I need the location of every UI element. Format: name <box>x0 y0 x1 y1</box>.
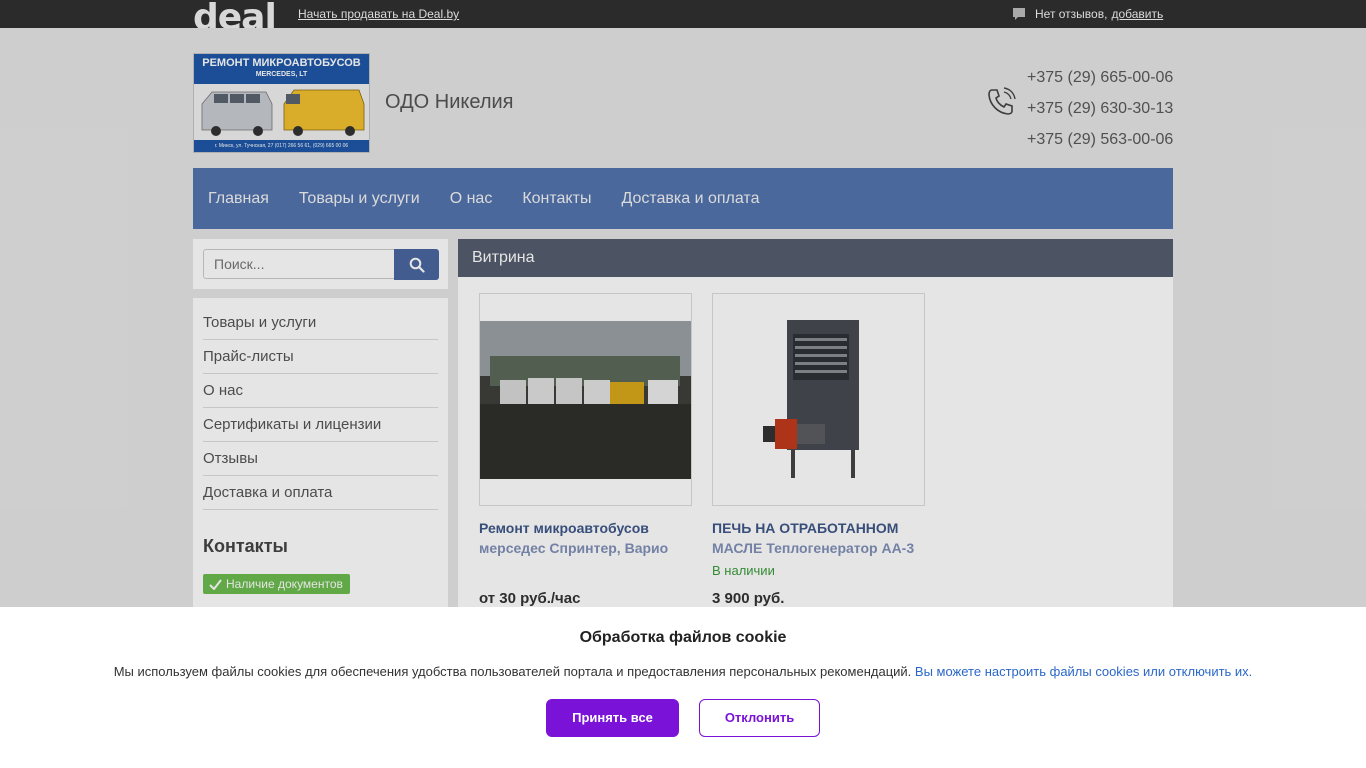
heat-generator-photo <box>713 294 924 505</box>
cookie-title: Обработка файлов cookie <box>579 629 787 646</box>
product-title[interactable]: ПЕЧЬ НА ОТРАБОТАННОМ <box>712 518 925 538</box>
sidebar-item-products[interactable]: Товары и услуги <box>203 306 438 340</box>
add-review-link[interactable]: добавить <box>1111 7 1163 21</box>
documents-badge[interactable]: Наличие документов <box>203 574 350 594</box>
sidebar-menu: Товары и услуги Прайс-листы О нас Сертиф… <box>193 298 448 618</box>
stock-status: В наличии <box>712 563 775 578</box>
cookie-text-wrap: Мы используем файлы cookies для обеспече… <box>0 664 1366 679</box>
nav-item-about[interactable]: О нас <box>450 190 493 208</box>
nav-item-products[interactable]: Товары и услуги <box>299 190 420 208</box>
check-icon <box>209 578 222 590</box>
sidebar-item-reviews[interactable]: Отзывы <box>203 442 438 476</box>
cookie-text: Мы используем файлы cookies для обеспече… <box>113 664 912 679</box>
reviews-info: Нет отзывов, добавить <box>1012 7 1163 21</box>
phone-number-1[interactable]: +375 (29) 665-00-06 <box>1027 62 1173 93</box>
logo-banner: РЕМОНТ МИКРОАВТОБУСОВ MERCEDES, LT <box>194 54 369 84</box>
comment-icon <box>1013 8 1025 20</box>
product-subtitle[interactable]: МАСЛЕ Теплогенератор АА-3 <box>712 538 925 558</box>
cookie-settings-link[interactable]: Вы можете настроить файлы cookies или от… <box>915 664 1252 679</box>
vans-image <box>194 84 369 142</box>
nav-item-home[interactable]: Главная <box>208 190 269 208</box>
product-card[interactable]: ПЕЧЬ НА ОТРАБОТАННОМ МАСЛЕ Теплогенерато… <box>712 293 925 607</box>
showcase-panel: Витрина Ремонт микроавтобусов мерседес С… <box>458 239 1173 619</box>
search-icon <box>409 257 425 273</box>
phone-icon <box>988 87 1016 115</box>
reviews-text: Нет отзывов, <box>1035 7 1108 21</box>
showcase-title: Витрина <box>458 239 1173 277</box>
logo-banner-text: РЕМОНТ МИКРОАВТОБУСОВ <box>202 57 361 69</box>
phone-number-2[interactable]: +375 (29) 630-30-13 <box>1027 93 1173 124</box>
documents-badge-label: Наличие документов <box>226 577 343 591</box>
top-bar: deal Начать продавать на Deal.by Нет отз… <box>0 0 1366 28</box>
sidebar-item-certificates[interactable]: Сертификаты и лицензии <box>203 408 438 442</box>
accept-all-button[interactable]: Принять все <box>546 699 679 737</box>
company-logo[interactable]: РЕМОНТ МИКРОАВТОБУСОВ MERCEDES, LT г. Ми… <box>193 53 370 153</box>
product-title[interactable]: Ремонт микроавтобусов <box>479 518 692 538</box>
nav-item-contacts[interactable]: Контакты <box>522 190 591 208</box>
phone-list: +375 (29) 665-00-06 +375 (29) 630-30-13 … <box>1027 62 1173 155</box>
contacts-title: Контакты <box>203 536 288 556</box>
nav-item-delivery[interactable]: Доставка и оплата <box>621 190 759 208</box>
product-image[interactable] <box>479 293 692 506</box>
product-image[interactable] <box>712 293 925 506</box>
product-price: от 30 руб./час <box>479 590 581 607</box>
cookie-buttons: Принять все Отклонить <box>0 699 1366 737</box>
decline-button[interactable]: Отклонить <box>699 699 820 737</box>
phone-number-3[interactable]: +375 (29) 563-00-06 <box>1027 124 1173 155</box>
start-selling-link[interactable]: Начать продавать на Deal.by <box>298 7 459 21</box>
logo-banner-sub: MERCEDES, LT <box>255 71 308 78</box>
company-name: ОДО Никелия <box>385 91 514 113</box>
logo-footer: г. Минск, ул. Тучнская, 27 (017) 266 56 … <box>194 140 369 152</box>
sidebar-item-about[interactable]: О нас <box>203 374 438 408</box>
deal-logo[interactable]: deal <box>193 0 276 28</box>
search-button[interactable] <box>394 249 439 280</box>
product-subtitle[interactable]: мерседес Спринтер, Варио <box>479 538 692 558</box>
search-box <box>193 239 448 289</box>
main-nav: Главная Товары и услуги О нас Контакты Д… <box>193 168 1173 229</box>
sidebar-item-price-lists[interactable]: Прайс-листы <box>203 340 438 374</box>
product-price: 3 900 руб. <box>712 590 785 607</box>
cookie-banner: Обработка файлов cookie Мы используем фа… <box>0 607 1366 768</box>
vans-parking-photo <box>480 294 691 505</box>
sidebar-item-delivery[interactable]: Доставка и оплата <box>203 476 438 510</box>
search-input[interactable] <box>203 249 395 279</box>
product-card[interactable]: Ремонт микроавтобусов мерседес Спринтер,… <box>479 293 692 607</box>
